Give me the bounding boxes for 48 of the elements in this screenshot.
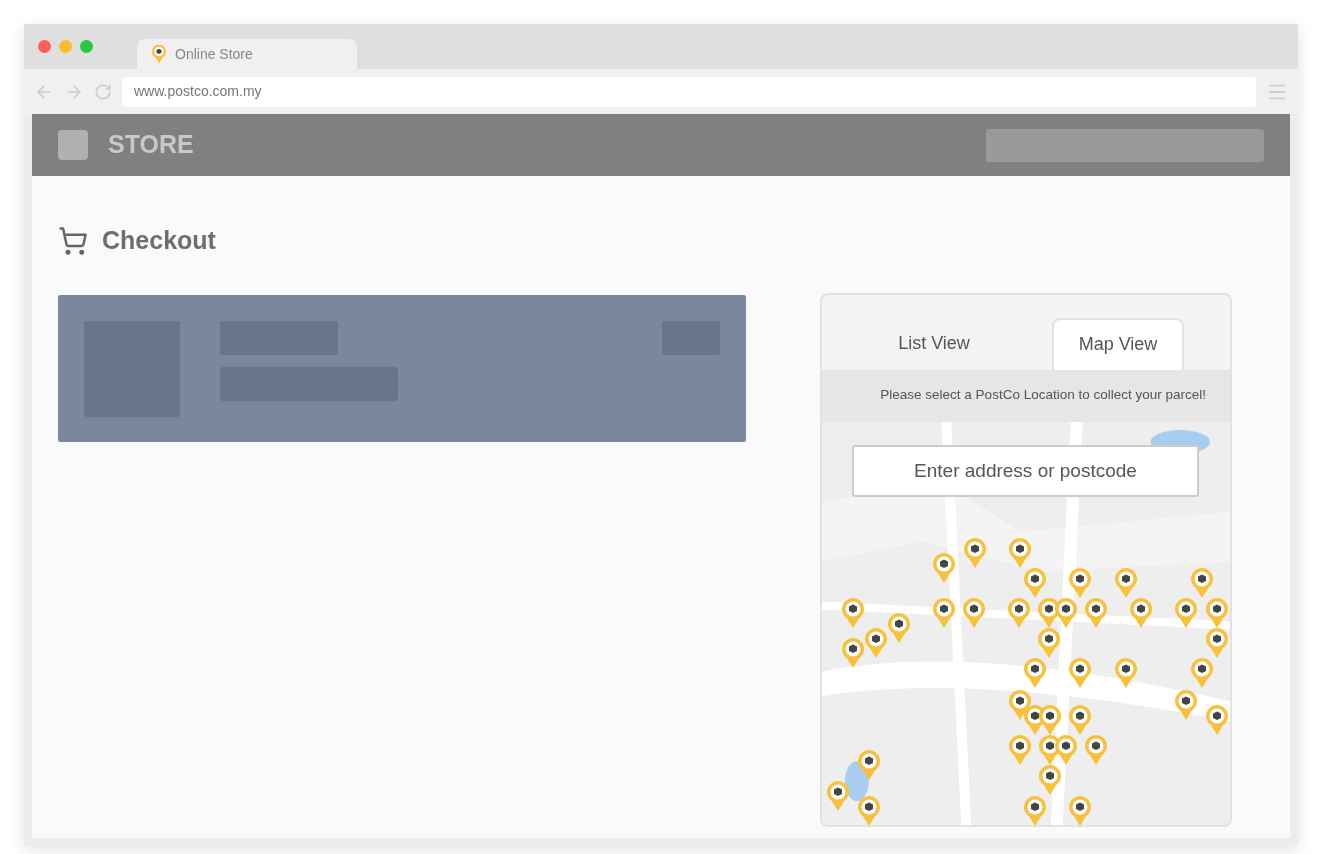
location-pin-icon[interactable] bbox=[1068, 703, 1092, 736]
location-pin-icon[interactable] bbox=[1114, 656, 1138, 689]
location-pin-icon[interactable] bbox=[1008, 536, 1032, 569]
location-pin-icon[interactable] bbox=[1129, 596, 1153, 629]
location-pin-icon[interactable] bbox=[1174, 688, 1198, 721]
location-pin-icon[interactable] bbox=[841, 596, 865, 629]
location-pin-icon[interactable] bbox=[1054, 596, 1078, 629]
location-pin-icon[interactable] bbox=[1008, 733, 1032, 766]
view-tab[interactable]: List View bbox=[868, 317, 1000, 370]
instruction-message: Please select a PostCo Location to collect your parcel! bbox=[822, 369, 1230, 422]
location-pin-icon[interactable] bbox=[1205, 703, 1229, 736]
location-pin-icon[interactable] bbox=[932, 551, 956, 584]
location-pin-icon[interactable] bbox=[1190, 566, 1214, 599]
location-pin-icon[interactable] bbox=[1205, 626, 1229, 659]
store-brand: STORE bbox=[108, 129, 194, 161]
location-pin-icon[interactable] bbox=[841, 636, 865, 669]
location-pin-icon[interactable] bbox=[932, 596, 956, 629]
location-pin-icon[interactable] bbox=[1068, 566, 1092, 599]
location-pin-icon[interactable] bbox=[1084, 733, 1108, 766]
location-pin-icon[interactable] bbox=[1023, 656, 1047, 689]
logo-placeholder bbox=[58, 130, 88, 160]
location-pin-icon bbox=[151, 44, 167, 64]
location-pin-icon[interactable] bbox=[1054, 733, 1078, 766]
location-pin-icon[interactable] bbox=[1084, 596, 1108, 629]
location-pin-icon[interactable] bbox=[1114, 566, 1138, 599]
location-pin-icon[interactable] bbox=[1037, 626, 1061, 659]
location-pin-icon[interactable] bbox=[1023, 566, 1047, 599]
location-pin-icon[interactable] bbox=[857, 794, 881, 825]
location-pin-icon[interactable] bbox=[1007, 596, 1031, 629]
location-pin-icon[interactable] bbox=[1038, 763, 1062, 796]
address-bar[interactable]: www.postco.com.my bbox=[122, 76, 1256, 107]
location-pin-icon[interactable] bbox=[1038, 703, 1062, 736]
location-pin-icon[interactable] bbox=[1068, 656, 1092, 689]
view-tab[interactable]: Map View bbox=[1052, 317, 1184, 370]
location-pin-icon[interactable] bbox=[1190, 656, 1214, 689]
address-search-field[interactable]: Enter address or postcode bbox=[852, 444, 1199, 497]
location-pin-icon[interactable] bbox=[1068, 794, 1092, 825]
location-pin-icon[interactable] bbox=[864, 626, 888, 659]
location-pin-icon[interactable] bbox=[826, 779, 850, 812]
location-pin-icon[interactable] bbox=[1023, 794, 1047, 825]
location-pin-icon[interactable] bbox=[857, 748, 881, 781]
location-pin-icon[interactable] bbox=[962, 596, 986, 629]
page-title: Checkout bbox=[102, 225, 216, 256]
location-pin-icon[interactable] bbox=[1205, 596, 1229, 629]
location-pin-icon[interactable] bbox=[963, 536, 987, 569]
cart-icon bbox=[58, 225, 88, 256]
location-pin-icon[interactable] bbox=[887, 611, 911, 644]
location-pin-icon[interactable] bbox=[1174, 596, 1198, 629]
